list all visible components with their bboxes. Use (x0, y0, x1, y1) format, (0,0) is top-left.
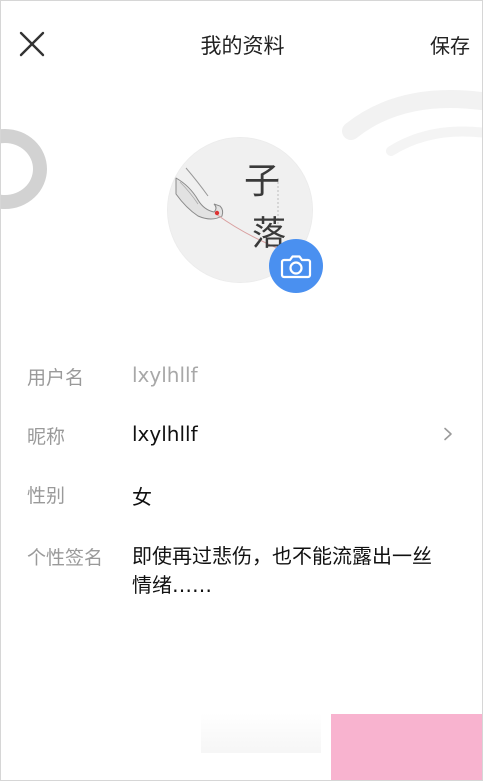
signature-value: 即使再过悲伤，也不能流露出一丝情绪…… (132, 544, 432, 597)
page-title: 我的资料 (200, 34, 285, 58)
signature-row[interactable]: 个性签名 即使再过悲伤，也不能流露出一丝情绪…… (1, 543, 482, 607)
signature-label: 个性签名 (27, 547, 104, 569)
profile-screen: 我的资料 保存 子 落 用户名 lxylhllf 昵称 lxylhllf 性别 … (0, 0, 483, 781)
camera-icon (280, 255, 312, 279)
bottom-fade-decoration (201, 713, 321, 753)
change-avatar-button[interactable] (269, 239, 323, 293)
floating-assist-button[interactable] (1, 129, 47, 209)
pink-overlay-decoration (331, 714, 482, 780)
chevron-right-icon (444, 427, 452, 441)
username-row: 用户名 lxylhllf (1, 363, 482, 393)
username-value: lxylhllf (132, 363, 198, 387)
username-label: 用户名 (27, 367, 85, 389)
save-button[interactable]: 保存 (430, 30, 470, 59)
gender-row[interactable]: 性别 女 (1, 481, 482, 511)
top-bar: 我的资料 保存 (1, 1, 482, 87)
avatar-calligraphy-top: 子 (244, 161, 281, 202)
gender-label: 性别 (27, 485, 66, 507)
nickname-value: lxylhllf (132, 422, 198, 446)
nickname-row[interactable]: 昵称 lxylhllf (1, 422, 482, 452)
nickname-label: 昵称 (27, 426, 66, 448)
gender-value: 女 (132, 485, 152, 509)
